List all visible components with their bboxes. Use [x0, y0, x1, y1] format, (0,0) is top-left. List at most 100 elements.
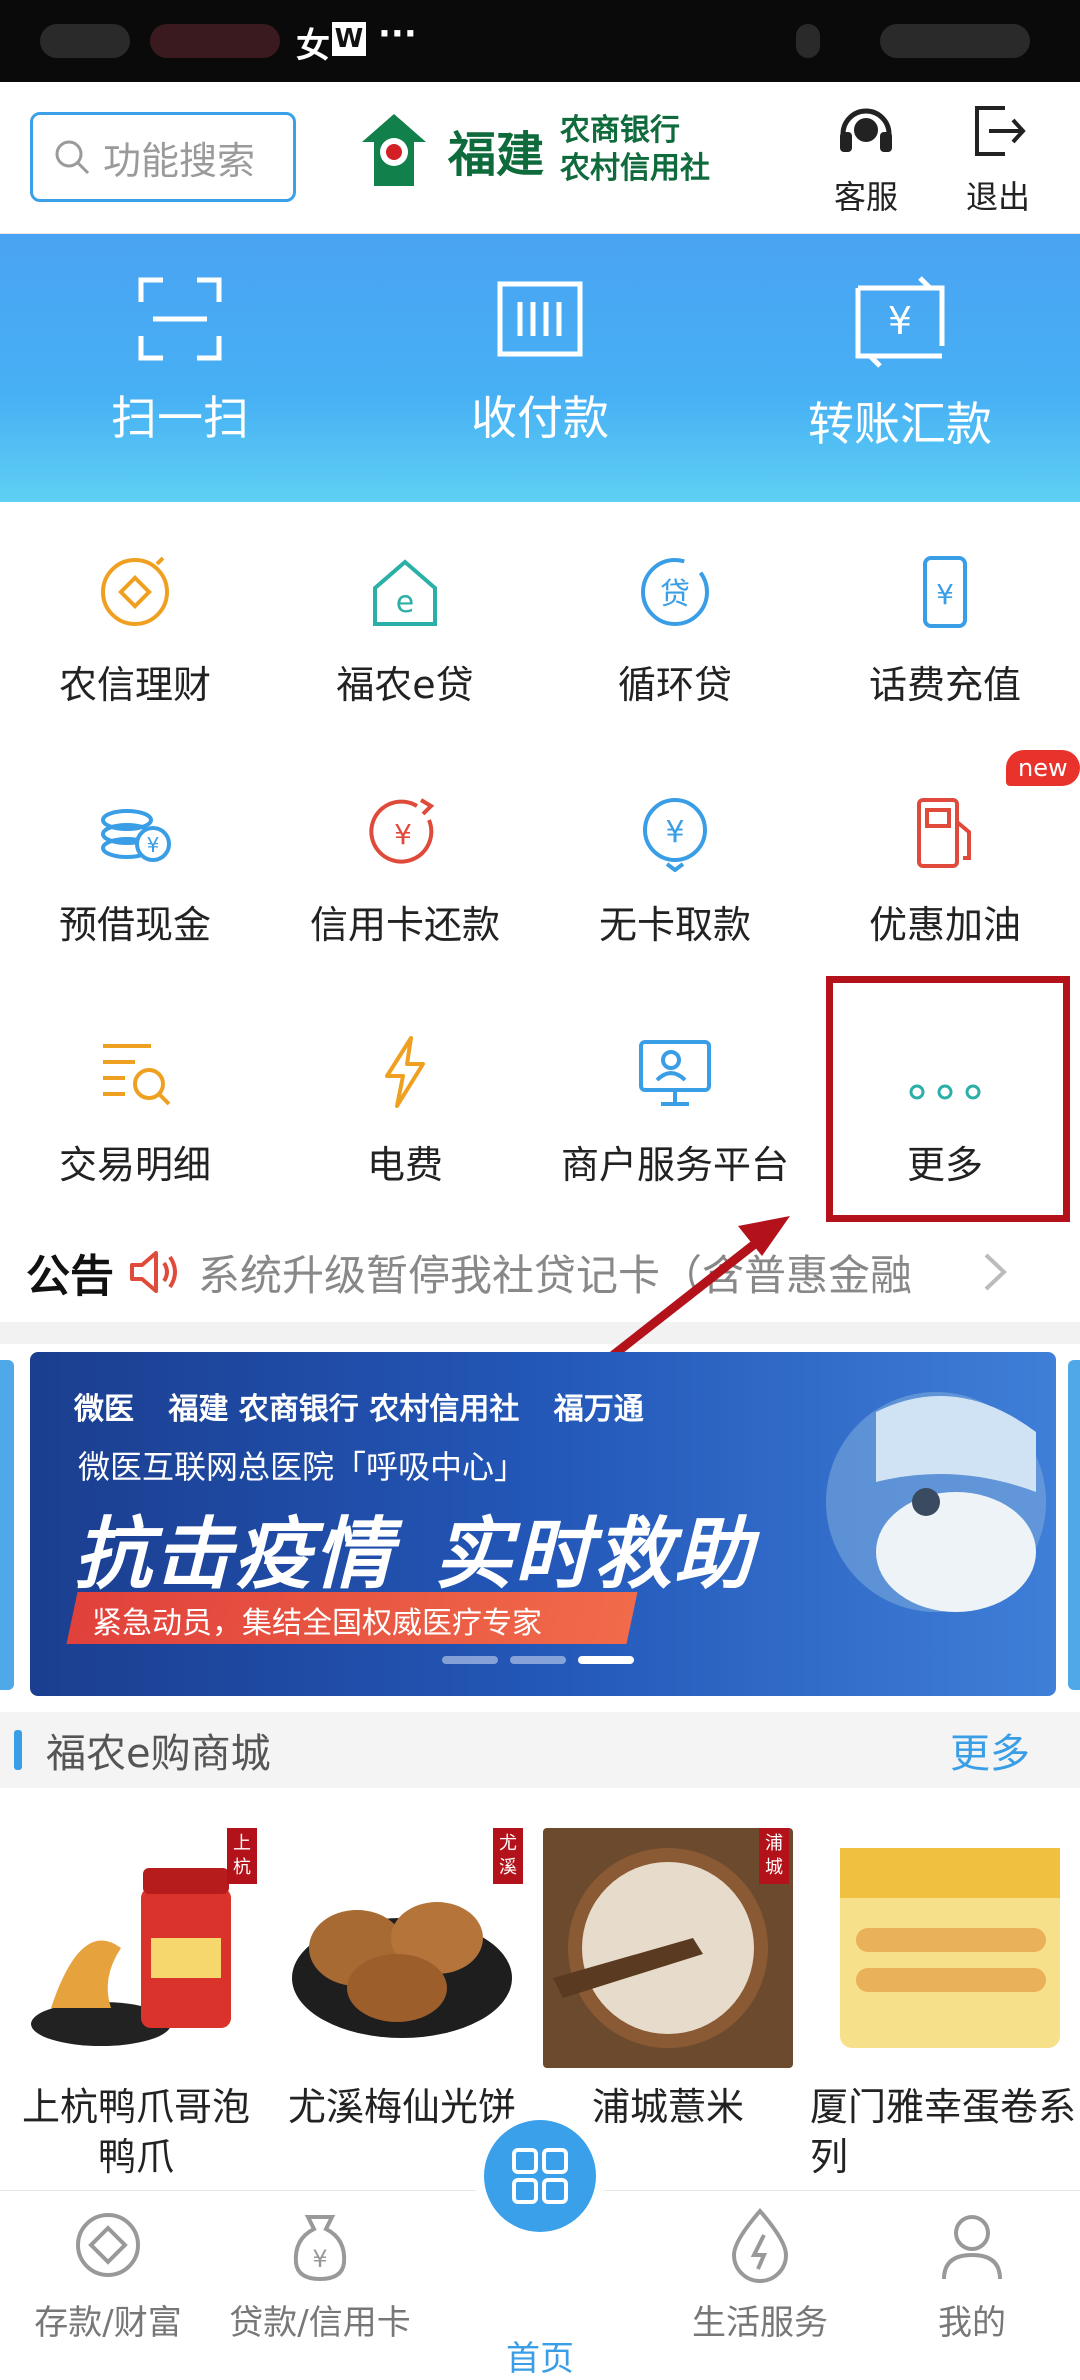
- grid-label: 农信理财: [58, 663, 211, 707]
- grid-item-merchant-platform[interactable]: 商户服务平台: [540, 1016, 810, 1236]
- carousel-dot: [510, 1656, 566, 1664]
- svg-text:¥: ¥: [147, 833, 160, 857]
- product-card[interactable]: 上杭 上杭鸭爪哥泡鸭爪: [6, 1828, 266, 2182]
- tab-home[interactable]: 首页: [440, 2245, 640, 2380]
- transfer-button[interactable]: ¥ 转账汇款: [750, 274, 1050, 454]
- status-blur: [40, 24, 130, 58]
- grid-item-revolving-loan[interactable]: 贷 循环贷: [540, 536, 810, 756]
- status-blur: [880, 24, 1030, 58]
- bank-emblem-icon: [362, 114, 426, 186]
- promo-headline-2: 实时救助: [434, 1510, 755, 1600]
- bank-name-big: 福建: [448, 127, 545, 183]
- bank-name-line1: 农商银行: [560, 113, 681, 148]
- grid-label: 无卡取款: [598, 903, 751, 947]
- doctor-image-icon: [826, 1392, 1046, 1612]
- w-icon: W: [332, 22, 366, 56]
- life-service-icon: [731, 2207, 789, 2283]
- service-label: 客服: [833, 178, 898, 216]
- product-card[interactable]: 尤溪 尤溪梅仙光饼: [272, 1828, 532, 2132]
- carousel-peek-left: [0, 1360, 14, 1690]
- app-header: 功能搜索 福建 农商银行 农村信用社 客服 退出: [0, 82, 1080, 234]
- product-name: 厦门雅幸蛋卷系列: [810, 2085, 1077, 2179]
- barcode-icon: [497, 281, 583, 357]
- grid-item-card-repay[interactable]: ¥ 信用卡还款: [270, 776, 540, 996]
- pay-receive-button[interactable]: 收付款: [390, 274, 690, 448]
- promo-banner[interactable]: 微医 福建 农商银行 农村信用社 福万通 微医互联网总医院「呼吸中心」 抗击疫情…: [30, 1352, 1056, 1696]
- product-name: 上杭鸭爪哥泡鸭爪: [21, 2085, 250, 2179]
- grid-label: 循环贷: [617, 663, 732, 707]
- grid-label: 优惠加油: [868, 903, 1021, 947]
- status-blur: [796, 24, 820, 58]
- highlight-box: [826, 976, 1070, 1222]
- loan-bag-icon: ¥: [293, 2215, 347, 2282]
- svg-text:¥: ¥: [936, 578, 954, 611]
- grid-item-transaction-detail[interactable]: 交易明细: [0, 1016, 270, 1236]
- home-tab-button[interactable]: [484, 2120, 596, 2232]
- svg-text:e: e: [396, 585, 414, 620]
- grid-item-cash-advance[interactable]: ¥ 预借现金: [0, 776, 270, 996]
- notice-title: 公告: [26, 1251, 114, 1302]
- grid-item-cardless-withdraw[interactable]: ¥ 无卡取款: [540, 776, 810, 996]
- scan-button[interactable]: 扫一扫: [30, 274, 330, 448]
- logout-button[interactable]: 退出: [948, 98, 1048, 218]
- notice-bar[interactable]: 公告 系统升级暂停我社贷记卡（含普惠金融: [0, 1222, 1080, 1322]
- grid-label: 交易明细: [58, 1143, 211, 1187]
- grid-item-e-loan[interactable]: e 福农e贷: [270, 536, 540, 756]
- product-image: 浦城: [543, 1828, 793, 2068]
- product-origin-tag: 上杭: [227, 1828, 257, 1884]
- loan-circle-icon: 贷: [641, 558, 709, 626]
- mall-title: 福农e购商城: [46, 1731, 271, 1777]
- carousel-dot-active: [578, 1656, 634, 1664]
- coins-icon: ¥: [101, 809, 171, 862]
- home-grid-icon: [512, 2148, 568, 2204]
- product-origin-tag: 浦城: [759, 1828, 789, 1884]
- svg-text:¥: ¥: [394, 818, 412, 851]
- e-loan-house-icon: e: [373, 559, 437, 626]
- promo-strip-text: 紧急动员，集结全国权威医疗专家: [92, 1606, 542, 1641]
- grid-item-electricity[interactable]: 电费: [270, 1016, 540, 1236]
- wealth-coin-icon: [101, 556, 169, 626]
- grid-label: 商户服务平台: [560, 1143, 789, 1187]
- logout-icon: [975, 106, 1026, 156]
- quick-actions-banner: 扫一扫 收付款 ¥ 转账汇款: [0, 234, 1080, 502]
- product-card[interactable]: 厦门雅幸蛋卷系列: [810, 1828, 1080, 2182]
- tab-label: 我的: [938, 2303, 1006, 2343]
- tab-wealth[interactable]: 存款/财富: [8, 2205, 208, 2344]
- customer-service-button[interactable]: 客服: [816, 98, 916, 218]
- tab-profile[interactable]: 我的: [872, 2205, 1072, 2344]
- bank-name-line2: 农村信用社: [560, 151, 711, 186]
- promo-bank-name: 福建 农商银行 农村信用社: [168, 1392, 520, 1427]
- grid-label: 话费充值: [868, 663, 1021, 707]
- svg-text:贷: 贷: [660, 577, 690, 612]
- search-input[interactable]: 功能搜索: [30, 112, 296, 202]
- duck-feet-image-icon: [31, 1868, 231, 2046]
- grid-label: 电费: [366, 1143, 443, 1187]
- promo-brands: 微医 福建 农商银行 农村信用社 福万通: [74, 1384, 644, 1428]
- speaker-icon: [130, 1251, 177, 1293]
- grid-item-phone-recharge[interactable]: ¥ 话费充值: [810, 536, 1080, 756]
- promo-subtitle: 微医互联网总医院「呼吸中心」: [78, 1448, 527, 1486]
- status-glyph: 女: [296, 26, 330, 66]
- phone-recharge-icon: ¥: [923, 556, 967, 628]
- svg-text:¥: ¥: [665, 815, 684, 850]
- tab-label: 生活服务: [692, 2303, 828, 2343]
- product-name: 尤溪梅仙光饼: [287, 2085, 516, 2129]
- tab-loan-card[interactable]: ¥ 贷款/信用卡: [220, 2205, 420, 2344]
- grid-item-fuel-discount[interactable]: 优惠加油: [810, 776, 1080, 996]
- mall-more-link[interactable]: 更多: [950, 1721, 1030, 1779]
- merchant-monitor-icon: [639, 1040, 711, 1106]
- chevron-right-icon: [984, 1253, 1007, 1291]
- search-icon: [55, 140, 90, 175]
- product-image: [816, 1828, 1066, 2068]
- promo-headline-1: 抗击疫情: [74, 1510, 395, 1600]
- transfer-icon: ¥: [855, 276, 945, 368]
- product-card[interactable]: 浦城 浦城薏米: [538, 1828, 798, 2132]
- egg-roll-image-icon: [840, 1848, 1060, 2048]
- grid-label: 预借现金: [58, 903, 211, 947]
- search-placeholder: 功能搜索: [103, 138, 256, 183]
- scan-icon: [138, 277, 222, 361]
- grid-item-wealth[interactable]: 农信理财: [0, 536, 270, 756]
- notice-text: 系统升级暂停我社贷记卡（含普惠金融: [198, 1250, 913, 1300]
- tab-life-service[interactable]: 生活服务: [660, 2205, 860, 2344]
- mall-section-header: 福农e购商城 更多: [0, 1712, 1080, 1788]
